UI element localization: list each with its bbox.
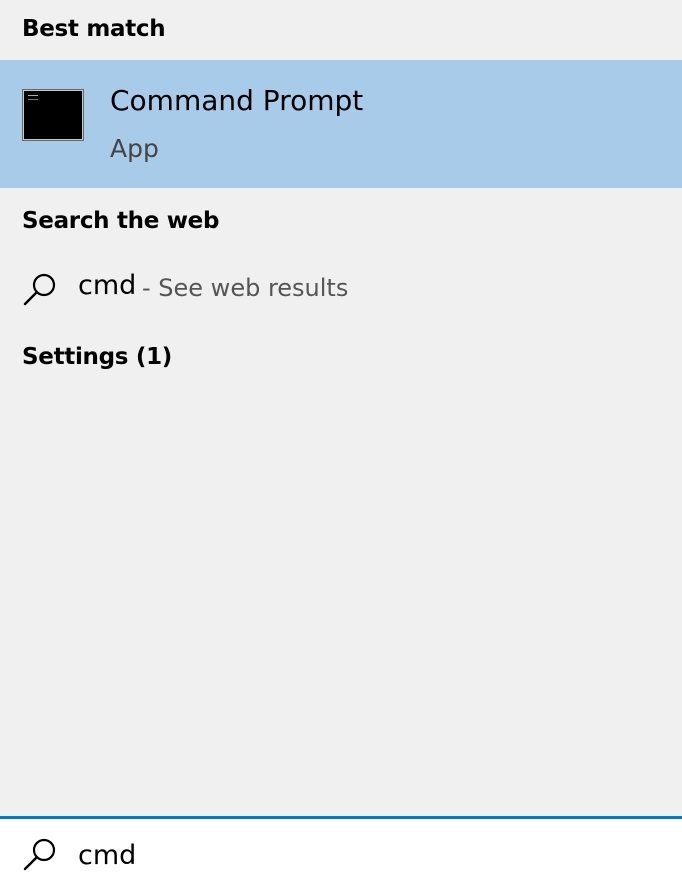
search-box[interactable]	[0, 816, 682, 890]
web-results-suffix: - See web results	[142, 274, 349, 302]
best-match-command-prompt[interactable]: Command Prompt App	[0, 60, 682, 188]
web-query-text: cmd	[78, 270, 137, 301]
app-name: Command Prompt	[110, 84, 364, 117]
search-web-header: Search the web	[22, 208, 220, 234]
search-icon	[23, 838, 56, 871]
search-results-panel: Best match Command Prompt App Search the…	[0, 0, 682, 816]
app-type: App	[110, 134, 159, 163]
search-input[interactable]	[78, 833, 658, 877]
best-match-header: Best match	[22, 16, 166, 42]
web-search-result[interactable]: cmd - See web results	[0, 258, 682, 322]
command-prompt-icon	[22, 89, 84, 141]
search-icon	[23, 273, 56, 306]
settings-header[interactable]: Settings (1)	[22, 344, 172, 370]
